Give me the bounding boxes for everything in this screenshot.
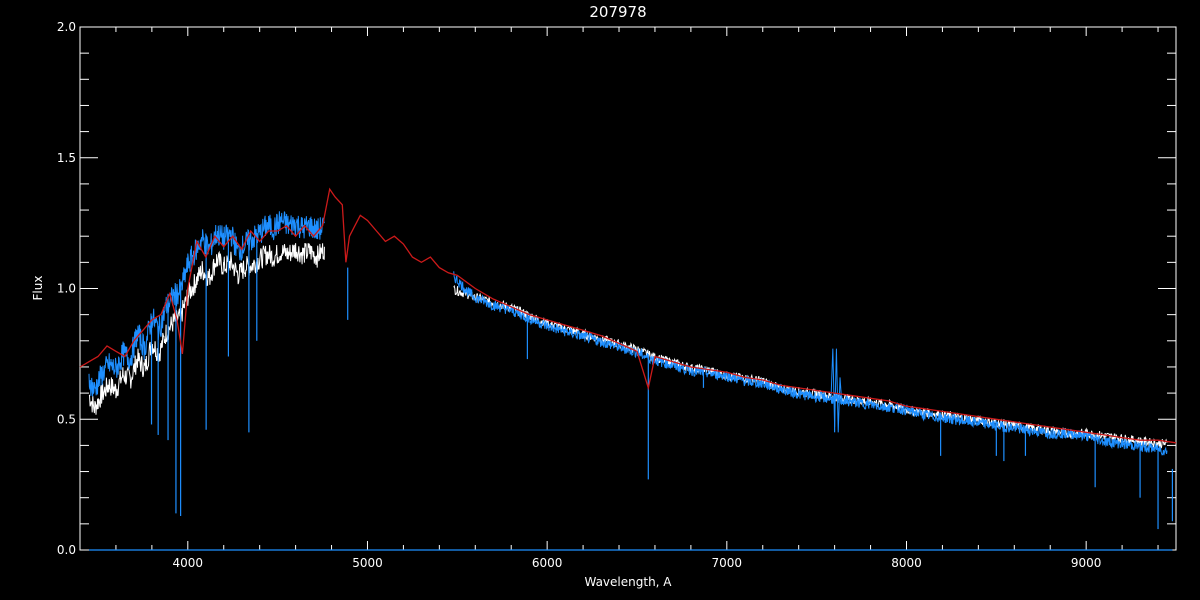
spectrum-chart: 207978 Wavelength, A Flux 4000 5000 6000 70… xyxy=(0,0,1200,600)
y-tick-label: 0.0 xyxy=(57,543,76,557)
chart-background xyxy=(0,0,1200,600)
y-tick-label: 0.5 xyxy=(57,412,76,426)
y-tick-label: 1.0 xyxy=(57,282,76,296)
y-tick-label: 2.0 xyxy=(57,20,76,34)
x-tick-label: 6000 xyxy=(532,556,563,570)
chart-title: 207978 xyxy=(589,3,646,21)
x-tick-label: 4000 xyxy=(173,556,204,570)
x-tick-label: 8000 xyxy=(891,556,922,570)
x-tick-label: 9000 xyxy=(1071,556,1102,570)
x-axis-label: Wavelength, A xyxy=(584,575,672,589)
x-tick-label: 5000 xyxy=(352,556,383,570)
x-tick-label: 7000 xyxy=(712,556,743,570)
y-tick-label: 1.5 xyxy=(57,151,76,165)
y-axis-label: Flux xyxy=(31,276,45,301)
